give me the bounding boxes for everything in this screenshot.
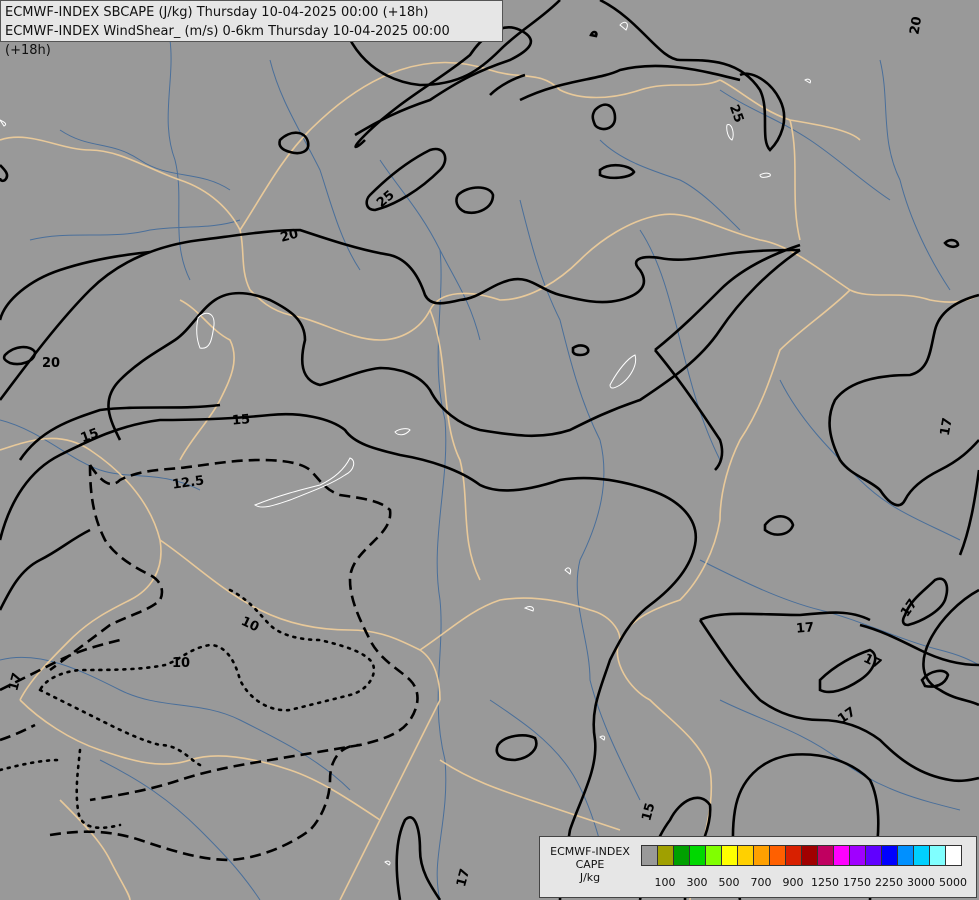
legend-swatch [801, 845, 817, 866]
legend-swatch [849, 845, 865, 866]
legend-swatch [881, 845, 897, 866]
legend-swatch [865, 845, 881, 866]
legend-swatch [769, 845, 785, 866]
legend-tick-label: 900 [782, 876, 804, 889]
legend-tick-label: 300 [686, 876, 708, 889]
legend-tick-label: 1750 [843, 876, 871, 889]
weather-map: 20 25 25 20 20 15 15 12.5 10 10 17 17 17… [0, 0, 979, 900]
legend-title-line: ECMWF-INDEX [550, 845, 630, 858]
legend-tick-label: 500 [718, 876, 740, 889]
legend-swatch [945, 845, 962, 866]
title-line-windshear: ECMWF-INDEX WindShear_ (m/s) 0-6km Thurs… [5, 24, 450, 58]
contour-label: 15 [231, 412, 250, 429]
legend-title-line: J/kg [579, 871, 601, 884]
contour-label: 17 [938, 417, 956, 437]
contour-label: 10 [172, 656, 190, 671]
legend-tick-label: 1250 [811, 876, 839, 889]
contour-label: 20 [907, 15, 925, 35]
legend-tick-label: 700 [750, 876, 772, 889]
legend-swatch [657, 845, 673, 866]
legend-swatch [817, 845, 833, 866]
legend-tick-label: 2250 [875, 876, 903, 889]
legend-swatch [785, 845, 801, 866]
legend-swatch [673, 845, 689, 866]
legend-tick-label: 3000 [907, 876, 935, 889]
legend-tick-labels: 100 300 500 700 900 1250 1750 2250 3000 5000 [641, 876, 971, 890]
legend-title: ECMWF-INDEX CAPE J/kg [545, 845, 635, 884]
legend-swatch [641, 845, 657, 866]
legend-tick-label: 5000 [939, 876, 967, 889]
contour-label: 20 [42, 356, 60, 371]
legend-swatch [929, 845, 945, 866]
title-line-cape: ECMWF-INDEX SBCAPE (J/kg) Thursday 10-04… [5, 5, 429, 20]
legend-swatch [705, 845, 721, 866]
legend-swatch [737, 845, 753, 866]
legend-swatch [833, 845, 849, 866]
legend-swatch [913, 845, 929, 866]
legend-swatch [753, 845, 769, 866]
contour-label: 17 [795, 620, 814, 637]
legend-color-scale [641, 845, 962, 866]
legend-swatch [897, 845, 913, 866]
cape-legend: ECMWF-INDEX CAPE J/kg 100 300 500 700 900 125… [539, 836, 977, 898]
legend-swatch [689, 845, 705, 866]
map-background [0, 0, 979, 900]
legend-title-line: CAPE [575, 858, 605, 871]
map-title-box: ECMWF-INDEX SBCAPE (J/kg) Thursday 10-04… [0, 0, 503, 58]
legend-swatch [721, 845, 737, 866]
legend-tick-label: 100 [654, 876, 676, 889]
